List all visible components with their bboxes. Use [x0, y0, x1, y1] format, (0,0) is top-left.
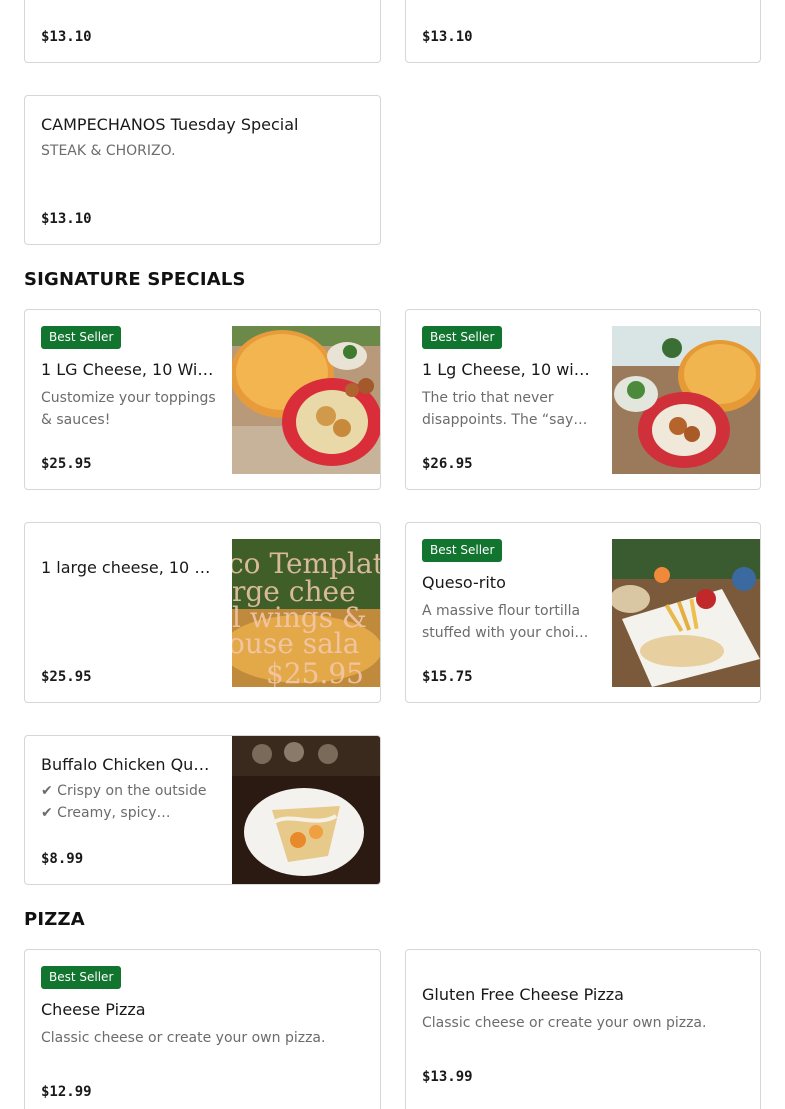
item-description: Classic cheese or create your own pizza.: [41, 1030, 326, 1046]
best-seller-badge: Best Seller: [422, 326, 503, 349]
menu-item-card[interactable]: Best Seller Queso-rito A massive flour t…: [405, 522, 761, 703]
menu-item-card[interactable]: $13.10: [405, 0, 761, 63]
menu-item-info: Gluten Free Cheese Pizza Classic cheese …: [422, 984, 744, 1109]
menu-item-card[interactable]: Best Seller 1 Lg Cheese, 10 wings & hous…: [405, 309, 761, 490]
item-description: A massive flour tortilla stuffed with yo…: [422, 603, 591, 641]
best-seller-badge: Best Seller: [422, 539, 503, 562]
menu-item-info: Best Seller Queso-rito A massive flour t…: [422, 539, 596, 686]
promo-text-line: ouse sala: [232, 627, 359, 660]
menu-item-info: $13.10: [41, 0, 364, 46]
item-title: Buffalo Chicken Quesadilla: [41, 755, 216, 774]
menu-item-info: Best Seller 1 LG Cheese, 10 Wings & Smal…: [41, 326, 216, 473]
item-description: ✔ Crispy on the outside ✔ Creamy, spicy …: [41, 783, 207, 821]
best-seller-badge: Best Seller: [41, 966, 122, 989]
section-heading-signature-specials: SIGNATURE SPECIALS: [24, 269, 246, 290]
item-title: 1 Lg Cheese, 10 wings & house salad: [422, 360, 596, 379]
menu-item-card[interactable]: Gluten Free Cheese Pizza Classic cheese …: [405, 949, 761, 1109]
menu-item-info: Best Seller Cheese Pizza Classic cheese …: [41, 966, 364, 1109]
item-price: $8.99: [41, 851, 84, 867]
item-title: Queso-rito: [422, 573, 506, 592]
pizza-wings-photo: [232, 326, 380, 474]
item-title: 1 LG Cheese, 10 Wings & Small Salad: [41, 360, 216, 379]
quesadilla-photo: [232, 736, 380, 884]
item-price: $13.10: [41, 211, 92, 227]
item-title: Cheese Pizza: [41, 1000, 146, 1019]
item-description: The trio that never disappoints. The “sa…: [422, 390, 574, 428]
promo-text-line: $25.95: [266, 657, 364, 687]
menu-item-card[interactable]: 1 large cheese, 10 wings & house salad $…: [24, 522, 381, 703]
item-title: Gluten Free Cheese Pizza: [422, 985, 624, 1004]
menu-item-info: CAMPECHANOS Tuesday Special STEAK & CHOR…: [41, 114, 364, 228]
promo-template-photo: co Templat rge chee l wings & ouse sala …: [232, 539, 380, 687]
menu-item-info: 1 large cheese, 10 wings & house salad $…: [41, 557, 216, 686]
item-price: $26.95: [422, 456, 473, 472]
item-price: $25.95: [41, 669, 92, 685]
menu-item-info: $13.10: [422, 0, 744, 46]
item-description: Classic cheese or create your own pizza.: [422, 1015, 707, 1031]
section-heading-pizza: PIZZA: [24, 909, 85, 930]
item-title: 1 large cheese, 10 wings & house salad: [41, 558, 216, 577]
item-price: $13.10: [41, 29, 92, 45]
pizza-wings-photo: [612, 326, 760, 474]
menu-item-info: Buffalo Chicken Quesadilla ✔ Crispy on t…: [41, 754, 216, 868]
menu-item-info: Best Seller 1 Lg Cheese, 10 wings & hous…: [422, 326, 596, 473]
item-price: $15.75: [422, 669, 473, 685]
item-description: STEAK & CHORIZO.: [41, 143, 176, 159]
menu-item-card[interactable]: $13.10: [24, 0, 381, 63]
burrito-fries-photo: [612, 539, 760, 687]
item-price: $13.99: [422, 1069, 473, 1085]
item-price: $12.99: [41, 1084, 92, 1100]
item-price: $25.95: [41, 456, 92, 472]
item-price: $13.10: [422, 29, 473, 45]
menu-item-card[interactable]: Best Seller 1 LG Cheese, 10 Wings & Smal…: [24, 309, 381, 490]
menu-item-card[interactable]: Buffalo Chicken Quesadilla ✔ Crispy on t…: [24, 735, 381, 885]
best-seller-badge: Best Seller: [41, 326, 122, 349]
item-title: CAMPECHANOS Tuesday Special: [41, 115, 299, 134]
menu-item-card[interactable]: CAMPECHANOS Tuesday Special STEAK & CHOR…: [24, 95, 381, 245]
menu-item-card[interactable]: Best Seller Cheese Pizza Classic cheese …: [24, 949, 381, 1109]
item-description: Customize your toppings & sauces!: [41, 390, 216, 428]
